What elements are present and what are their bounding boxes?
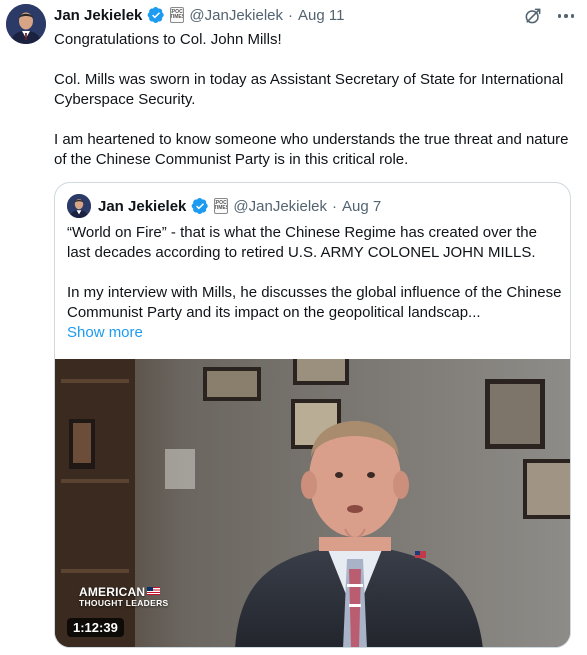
show-more-link[interactable]: Show more xyxy=(67,323,562,343)
author-name[interactable]: Jan Jekielek xyxy=(54,7,142,24)
video-duration: 1:12:39 xyxy=(67,618,124,637)
affiliate-badge: EPOCH TIMES xyxy=(214,198,229,214)
quoted-tweet-text: “World on Fire” - that is what the Chine… xyxy=(67,223,562,343)
video-player[interactable]: AMERICAN THOUGHT LEADERS 1:12:39 xyxy=(55,359,570,647)
brand-line1: AMERICAN xyxy=(79,584,146,599)
quoted-author-name: Jan Jekielek xyxy=(98,197,187,215)
brand-logo: AMERICAN THOUGHT LEADERS xyxy=(79,586,169,608)
brand-line2: THOUGHT LEADERS xyxy=(79,597,169,608)
separator: · xyxy=(332,197,338,215)
tweet-header: Jan Jekielek EPOCH TIMES @JanJekielek · … xyxy=(54,4,344,26)
affiliate-badge[interactable]: EPOCH TIMES xyxy=(170,7,185,23)
quoted-paragraph: In my interview with Mills, he discusses… xyxy=(67,284,562,321)
quoted-tweet-header: Jan Jekielek EPOCH TIMES @JanJekielek · … xyxy=(67,194,382,218)
tweet-date[interactable]: Aug 11 xyxy=(298,7,344,24)
separator: · xyxy=(288,6,294,24)
tweet-paragraph: Col. Mills was sworn in today as Assista… xyxy=(54,71,564,108)
grok-icon[interactable] xyxy=(523,6,543,26)
verified-badge-icon xyxy=(192,197,209,215)
tweet-paragraph: Congratulations to Col. John Mills! xyxy=(54,31,282,48)
quoted-author-handle: @JanJekielek xyxy=(233,197,328,215)
avatar[interactable] xyxy=(6,4,46,44)
tweet-text: Congratulations to Col. John Mills! Col.… xyxy=(54,30,574,190)
us-flag-icon xyxy=(147,586,161,595)
quoted-tweet[interactable]: Jan Jekielek EPOCH TIMES @JanJekielek · … xyxy=(54,182,571,648)
quoted-avatar xyxy=(67,194,91,218)
more-options-icon[interactable] xyxy=(555,6,577,26)
tweet: Jan Jekielek EPOCH TIMES @JanJekielek · … xyxy=(0,0,587,655)
tweet-paragraph: I am heartened to know someone who under… xyxy=(54,131,569,168)
quoted-paragraph: “World on Fire” - that is what the Chine… xyxy=(67,224,537,261)
quoted-tweet-date: Aug 7 xyxy=(342,197,382,215)
author-handle: @JanJekielek xyxy=(189,6,284,24)
verified-badge-icon xyxy=(148,6,165,24)
